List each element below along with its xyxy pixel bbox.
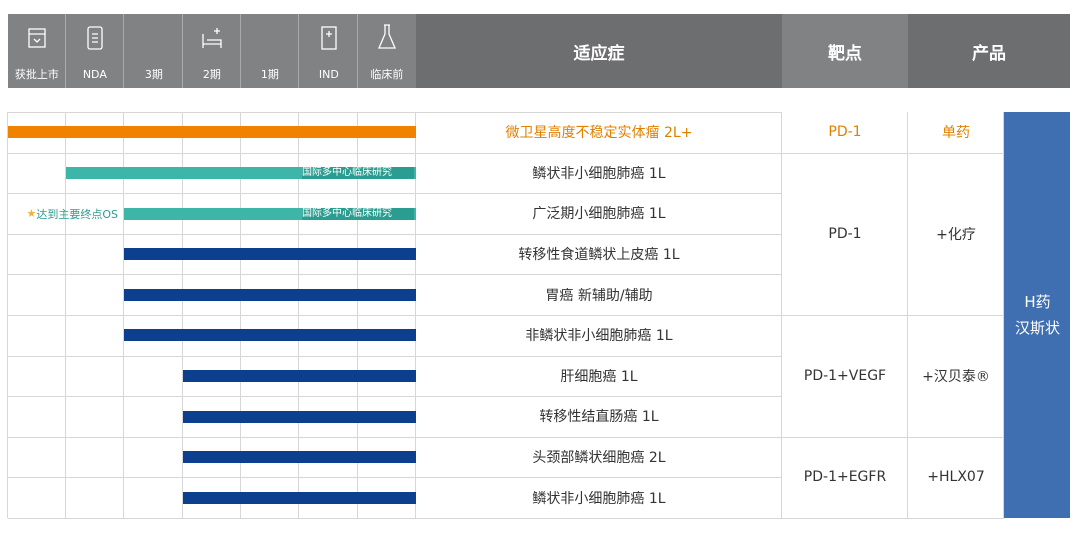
stage-separator bbox=[65, 14, 67, 88]
stage-label-3: 2期 bbox=[202, 68, 221, 81]
progress-bar bbox=[182, 369, 416, 382]
stage-separator bbox=[123, 14, 125, 88]
indication-cell: 头颈部鳞状细胞癌 2L bbox=[532, 450, 666, 467]
side-label: H药 汉斯状 bbox=[1004, 112, 1070, 518]
note-label: 达到主要终点OS bbox=[36, 207, 119, 221]
progress-bar bbox=[124, 248, 416, 261]
indication-cell: 微卫星高度不稳定实体瘤 2L+ bbox=[505, 125, 693, 142]
indication-cell: 广泛期小细胞肺癌 1L bbox=[532, 206, 666, 223]
indication-cell: 转移性食道鳞状上皮癌 1L bbox=[518, 247, 680, 264]
target-cell: PD-1+EGFR bbox=[803, 469, 887, 486]
stage-label-5: NDA bbox=[83, 67, 108, 81]
stage-label-6: 获批上市 bbox=[15, 68, 60, 81]
progress-bar bbox=[124, 288, 416, 301]
row-line bbox=[8, 518, 782, 519]
progress-bar bbox=[7, 126, 416, 139]
product-cell: +HLX07 bbox=[927, 469, 985, 486]
stage-label-1: IND bbox=[318, 67, 339, 81]
stage-separator bbox=[181, 14, 183, 88]
stage-label-0: 临床前 bbox=[370, 68, 404, 81]
note-text: ★ 达到主要终点OS bbox=[9, 207, 119, 221]
group-line bbox=[782, 518, 1004, 519]
indication-cell: 转移性结直肠癌 1L bbox=[539, 409, 659, 426]
progress-bar bbox=[182, 491, 416, 504]
target-cell: PD-1+VEGF bbox=[803, 367, 887, 384]
indication-cell: 鳞状非小细胞肺癌 1L bbox=[532, 490, 666, 507]
side-label-line2: 汉斯状 bbox=[1014, 319, 1060, 337]
target-cell: PD-1 bbox=[828, 225, 862, 242]
progress-bar bbox=[124, 329, 416, 342]
indication-cell: 非鳞状非小细胞肺癌 1L bbox=[525, 328, 673, 345]
hospital-icon bbox=[318, 22, 340, 52]
calendar-icon bbox=[26, 22, 48, 52]
header-target-label: 靶点 bbox=[828, 43, 862, 64]
bar-label: 国际多中心临床研究 bbox=[302, 207, 414, 220]
bar-label: 国际多中心临床研究 bbox=[302, 166, 414, 179]
progress-bar bbox=[182, 410, 416, 423]
stage-separator bbox=[240, 14, 242, 88]
clipboard-icon bbox=[84, 22, 106, 52]
progress-bar bbox=[182, 451, 416, 464]
product-cell: +汉贝泰® bbox=[922, 368, 990, 385]
header-indication-label: 适应症 bbox=[573, 43, 625, 64]
stage-separator bbox=[356, 14, 358, 88]
indication-cell: 鳞状非小细胞肺癌 1L bbox=[532, 165, 666, 182]
stage-separator bbox=[298, 14, 300, 88]
flask-icon bbox=[376, 22, 398, 52]
pipeline-chart: 适应症 靶点 产品 H药 汉斯状 临床前 IND 1期 2期 3期 NDA 获批上市 PD-1… bbox=[0, 0, 1080, 534]
indication-cell: 肝细胞癌 1L bbox=[560, 368, 638, 385]
col-line bbox=[6, 112, 8, 518]
product-cell: 单药 bbox=[942, 125, 970, 142]
product-cell: +化疗 bbox=[936, 226, 976, 243]
stage-label-4: 3期 bbox=[144, 68, 163, 81]
stage-label-2: 1期 bbox=[261, 68, 280, 81]
bed-icon bbox=[201, 22, 223, 52]
side-label-line1: H药 bbox=[1023, 293, 1051, 311]
header-product-label: 产品 bbox=[972, 43, 1006, 64]
target-cell: PD-1 bbox=[828, 124, 862, 141]
indication-cell: 胃癌 新辅助/辅助 bbox=[545, 287, 653, 304]
